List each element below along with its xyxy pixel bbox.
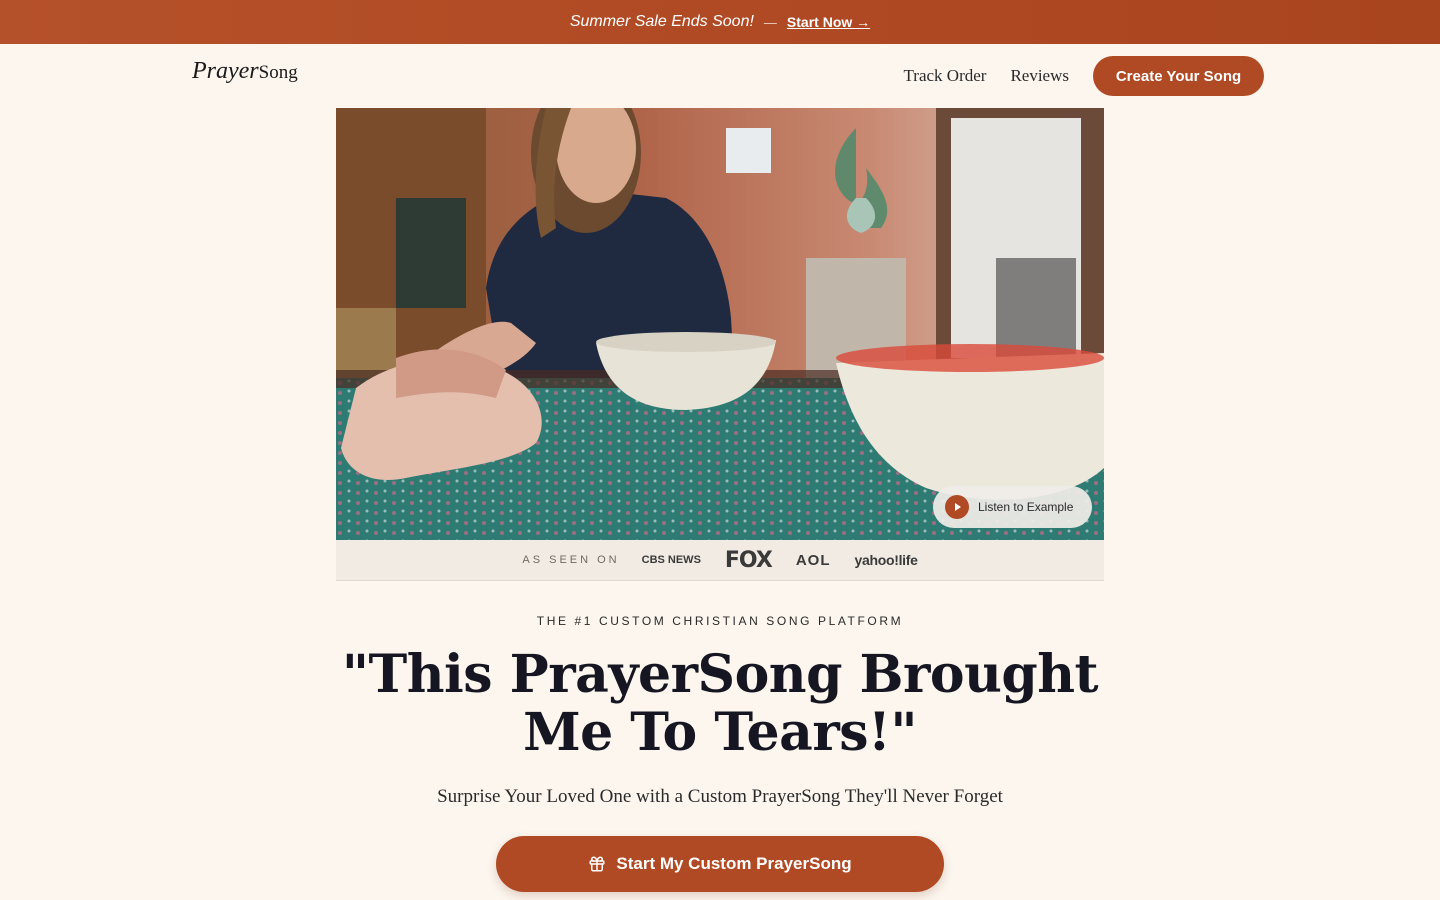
page-subheadline: Surprise Your Loved One with a Custom Pr… [437,786,1003,807]
as-seen-on-bar: AS SEEN ON CBS NEWS FOX AOL yahoo!life [336,540,1104,581]
fox-logo: FOX [724,547,773,573]
page-headline: "This PrayerSong Brought Me To Tears!" [341,644,1099,763]
main-nav: Track Order Reviews Create Your Song [904,56,1264,96]
promo-separator: — [763,14,777,30]
listen-to-example-button[interactable]: Listen to Example [933,486,1092,528]
logo-song: Song [258,62,298,83]
logo-prayer: Prayer [192,58,259,84]
create-your-song-button[interactable]: Create Your Song [1093,56,1264,96]
listen-label: Listen to Example [978,500,1074,514]
site-header: PrayerSong Track Order Reviews Create Yo… [0,44,1440,108]
as-seen-on-label: AS SEEN ON [522,554,620,566]
nav-reviews[interactable]: Reviews [1010,66,1069,86]
hero-video[interactable]: Listen to Example [336,108,1104,540]
gift-icon [588,855,606,873]
nav-track-order[interactable]: Track Order [904,66,987,86]
aol-logo: AOL [795,551,831,569]
start-custom-prayersong-label: Start My Custom PrayerSong [616,854,852,873]
promo-start-now-link[interactable]: Start Now → [787,14,870,30]
logo[interactable]: PrayerSong [192,58,298,85]
hero-scene-image [336,108,1104,540]
eyebrow-text: THE #1 CUSTOM CHRISTIAN SONG PLATFORM [536,614,904,628]
start-custom-prayersong-button[interactable]: Start My Custom PrayerSong [496,836,944,892]
promo-banner: Summer Sale Ends Soon! — Start Now → [0,0,1440,44]
play-icon [945,495,969,519]
cbs-news-logo: CBS NEWS [641,554,701,566]
promo-text: Summer Sale Ends Soon! [569,13,754,30]
yahoo-life-logo: yahoo!life [854,552,918,568]
